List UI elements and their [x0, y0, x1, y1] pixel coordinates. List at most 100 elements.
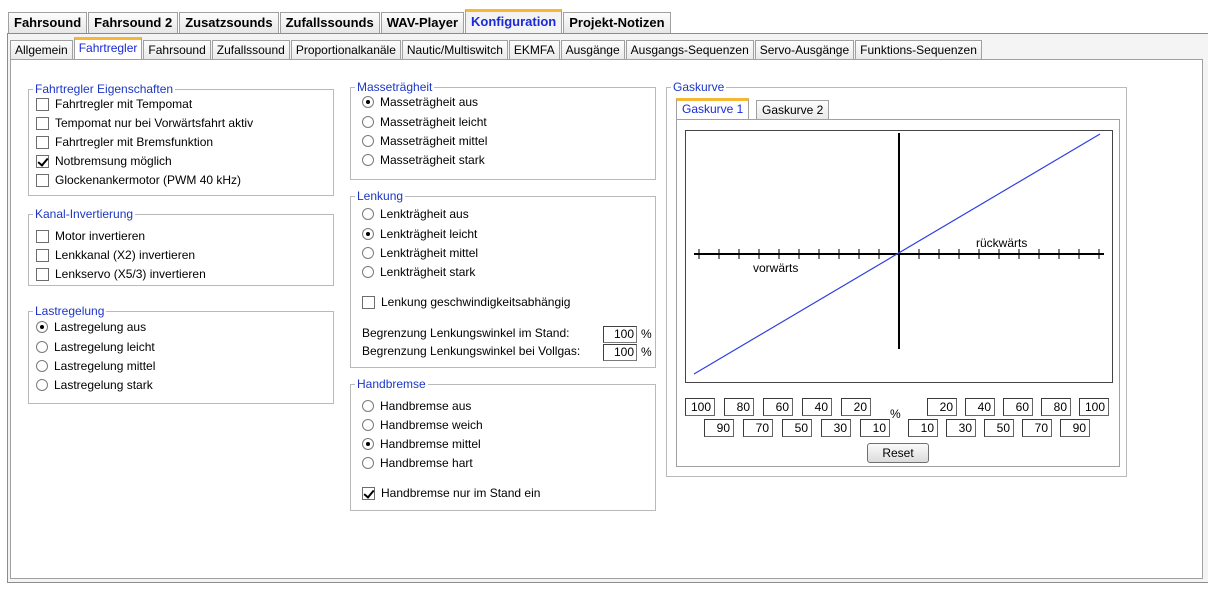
curve-point-input[interactable]: 50 [782, 419, 812, 437]
radio-button[interactable] [362, 266, 374, 278]
radio-button[interactable] [362, 154, 374, 166]
curve-point-input[interactable]: 100 [685, 398, 715, 416]
checkbox[interactable] [36, 116, 49, 130]
curve-point-input[interactable]: 10 [908, 419, 938, 437]
radio-button[interactable] [36, 379, 48, 391]
radio-button[interactable] [362, 228, 374, 240]
radio-row[interactable]: Lenkträgheit aus [362, 206, 469, 222]
radio-button[interactable] [362, 457, 374, 469]
curve-point-input[interactable]: 20 [841, 398, 871, 416]
radio-button[interactable] [362, 247, 374, 259]
outer-tab-fahrsound-2[interactable]: Fahrsound 2 [88, 12, 179, 33]
curve-point-input[interactable]: 80 [724, 398, 754, 416]
checkbox[interactable] [362, 295, 375, 309]
checkbox-row[interactable]: Notbremsung möglich [36, 153, 172, 169]
inner-tab-servo-ausg-nge[interactable]: Servo-Ausgänge [754, 40, 855, 60]
radio-button[interactable] [362, 208, 374, 220]
checkbox[interactable] [36, 248, 49, 262]
outer-tab-fahrsound[interactable]: Fahrsound [8, 12, 88, 33]
checkbox[interactable] [36, 135, 49, 149]
radio-row[interactable]: Lastregelung stark [36, 377, 153, 393]
curve-point-input[interactable]: 40 [965, 398, 995, 416]
inner-tab-fahrtregler[interactable]: Fahrtregler [73, 37, 143, 60]
radio-button[interactable] [362, 400, 374, 412]
radio-row[interactable]: Handbremse weich [362, 417, 483, 433]
radio-button[interactable] [362, 419, 374, 431]
radio-row[interactable]: Masseträgheit leicht [362, 114, 487, 130]
checkbox[interactable] [36, 154, 49, 168]
curve-point-input[interactable]: 90 [1060, 419, 1090, 437]
checkbox[interactable] [362, 486, 375, 500]
radio-row[interactable]: Handbremse hart [362, 455, 473, 471]
curve-point-input[interactable]: 60 [763, 398, 793, 416]
gas-curve-graph[interactable]: vorwärts rückwärts [685, 130, 1113, 383]
curve-point-input[interactable]: 90 [704, 419, 734, 437]
radio-row[interactable]: Lastregelung aus [36, 319, 146, 335]
radio-row[interactable]: Lenkträgheit leicht [362, 226, 477, 242]
vollgas-angle-input[interactable]: 100 [603, 344, 637, 361]
radio-button[interactable] [362, 96, 374, 108]
outer-tab-konfiguration[interactable]: Konfiguration [465, 9, 563, 33]
checkbox-row[interactable]: Glockenankermotor (PWM 40 kHz) [36, 172, 241, 188]
radio-row[interactable]: Lastregelung leicht [36, 339, 155, 355]
radio-button[interactable] [362, 135, 374, 147]
inner-tab-nautic-multiswitch[interactable]: Nautic/Multiswitch [401, 40, 508, 60]
outer-tab-projekt-notizen[interactable]: Projekt-Notizen [563, 12, 671, 33]
inner-tab-proportionalkan-le[interactable]: Proportionalkanäle [290, 40, 401, 60]
curve-point-input[interactable]: 70 [1022, 419, 1052, 437]
radio-row[interactable]: Masseträgheit stark [362, 152, 485, 168]
radio-button[interactable] [36, 360, 48, 372]
inner-tab-ekmfa[interactable]: EKMFA [508, 40, 560, 60]
outer-tab-zufallssounds[interactable]: Zufallssounds [279, 12, 380, 33]
curve-point-input[interactable]: 80 [1041, 398, 1071, 416]
checkbox-row[interactable]: Fahrtregler mit Bremsfunktion [36, 134, 213, 150]
inner-tab-strip: Allgemein Fahrtregler Fahrsound Zufallssoun… [10, 36, 983, 60]
checkbox[interactable] [36, 97, 49, 111]
checkbox-row[interactable]: Tempomat nur bei Vorwärtsfahrt aktiv [36, 115, 253, 131]
outer-tab-wav-player[interactable]: WAV-Player [380, 12, 465, 33]
radio-button[interactable] [362, 438, 374, 450]
radio-button[interactable] [362, 116, 374, 128]
curve-point-input[interactable]: 70 [743, 419, 773, 437]
curve-point-input[interactable]: 10 [860, 419, 890, 437]
inner-tab-ausg-nge[interactable]: Ausgänge [560, 40, 625, 60]
radio-row[interactable]: Lenkträgheit mittel [362, 245, 478, 261]
checkbox-row[interactable]: Lenkung geschwindigkeitsabhängig [362, 294, 570, 310]
checkbox-row[interactable]: Lenkservo (X5/3) invertieren [36, 266, 206, 282]
inner-tab-funktions-sequenzen[interactable]: Funktions-Sequenzen [855, 40, 982, 60]
curve-point-input[interactable]: 40 [802, 398, 832, 416]
checkbox-row[interactable]: Fahrtregler mit Tempomat [36, 96, 192, 112]
radio-row[interactable]: Masseträgheit mittel [362, 133, 487, 149]
checkbox[interactable] [36, 267, 49, 281]
radio-row[interactable]: Lastregelung mittel [36, 358, 155, 374]
radio-row[interactable]: Handbremse aus [362, 398, 471, 414]
curve-point-input[interactable]: 100 [1079, 398, 1109, 416]
radio-row[interactable]: Handbremse mittel [362, 436, 481, 452]
radio-label: Handbremse aus [380, 399, 472, 413]
curve-point-input[interactable]: 30 [946, 419, 976, 437]
checkbox[interactable] [36, 173, 49, 187]
checkbox-row[interactable]: Handbremse nur im Stand ein [362, 485, 540, 501]
inner-tab-allgemein[interactable]: Allgemein [10, 40, 73, 60]
checkbox-row[interactable]: Lenkkanal (X2) invertieren [36, 247, 195, 263]
curve-point-input[interactable]: 60 [1003, 398, 1033, 416]
tab-gaskurve-1[interactable]: Gaskurve 1 [676, 98, 750, 120]
checkbox[interactable] [36, 229, 49, 243]
inner-tab-zufallssound[interactable]: Zufallssound [211, 40, 290, 60]
checkbox-row[interactable]: Motor invertieren [36, 228, 145, 244]
radio-button[interactable] [36, 321, 48, 333]
curve-point-input[interactable]: 50 [984, 419, 1014, 437]
radio-button[interactable] [36, 341, 48, 353]
group-title: Gaskurve [671, 80, 727, 94]
radio-row[interactable]: Masseträgheit aus [362, 94, 478, 110]
curve-point-input[interactable]: 20 [927, 398, 957, 416]
stand-angle-input[interactable]: 100 [603, 326, 637, 343]
reset-button[interactable]: Reset [867, 443, 929, 463]
outer-tab-zusatzsounds[interactable]: Zusatzsounds [179, 12, 279, 33]
tab-gaskurve-2[interactable]: Gaskurve 2 [756, 100, 830, 120]
radio-label: Handbremse mittel [380, 437, 481, 451]
radio-row[interactable]: Lenkträgheit stark [362, 264, 475, 280]
inner-tab-fahrsound[interactable]: Fahrsound [143, 40, 211, 60]
curve-point-input[interactable]: 30 [821, 419, 851, 437]
inner-tab-ausgangs-sequenzen[interactable]: Ausgangs-Sequenzen [625, 40, 754, 60]
